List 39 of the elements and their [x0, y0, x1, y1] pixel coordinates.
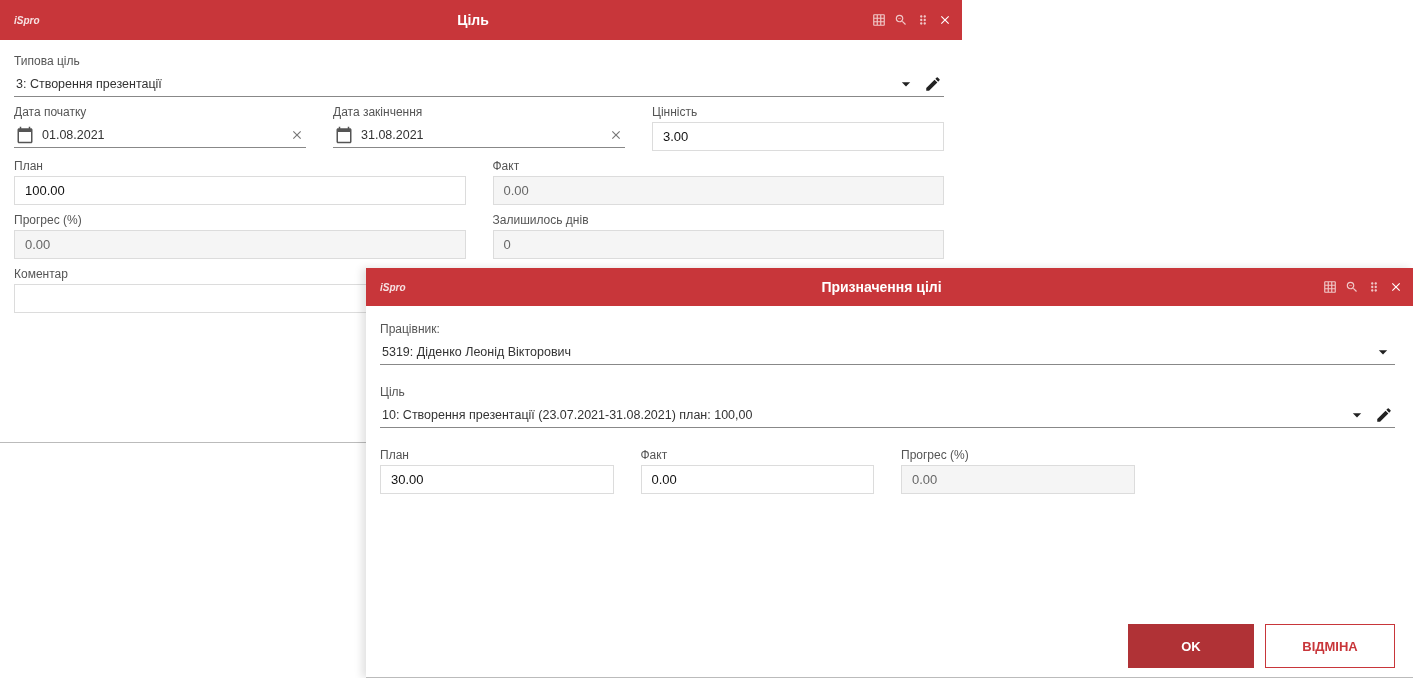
- grid-icon[interactable]: [872, 13, 886, 27]
- date-field[interactable]: 31.08.2021: [333, 122, 625, 148]
- close-icon[interactable]: [938, 13, 952, 27]
- input-field[interactable]: 30.00: [380, 465, 614, 494]
- field-label: План: [380, 448, 409, 463]
- select-field[interactable]: 10: Створення презентації (23.07.2021-31.08.2021) план: 100,00: [380, 402, 1395, 428]
- field-label: Залишилось днів: [492, 213, 589, 228]
- logo: iSpro: [380, 281, 407, 293]
- field-label: План: [14, 159, 43, 174]
- window-title: Ціль: [456, 12, 490, 28]
- input-field[interactable]: 3.00: [652, 122, 944, 151]
- select-field[interactable]: 5319: Діденко Леонід Вікторович: [380, 339, 1395, 365]
- ok-button[interactable]: OK: [1128, 624, 1254, 668]
- pencil-icon[interactable]: [1375, 405, 1393, 424]
- field-label: Факт: [492, 159, 520, 174]
- zoom-out-icon[interactable]: [1345, 280, 1359, 294]
- field-label: Працівник:: [380, 322, 440, 337]
- input-field[interactable]: 100.00: [14, 176, 466, 205]
- window-title: Призначення цілі: [820, 279, 943, 295]
- field-label: Дата закінчення: [333, 105, 423, 120]
- close-icon[interactable]: [1389, 280, 1403, 294]
- field-label: Факт: [640, 448, 668, 463]
- date-field[interactable]: 01.08.2021: [14, 122, 306, 148]
- grid-icon[interactable]: [1323, 280, 1337, 294]
- calendar-icon[interactable]: [335, 125, 353, 144]
- field-label: Цінність: [652, 105, 698, 120]
- field-label: Ціль: [380, 385, 405, 400]
- field-label: Коментар: [14, 267, 68, 282]
- select-field[interactable]: 3: Створення презентації: [14, 71, 944, 97]
- field-label: Прогрес (%): [14, 213, 82, 228]
- cancel-button[interactable]: ВІДМІНА: [1265, 624, 1395, 668]
- field-label: Типова ціль: [14, 54, 80, 69]
- field-label: Прогрес (%): [901, 448, 969, 463]
- logo: iSpro: [14, 14, 41, 26]
- pencil-icon[interactable]: [924, 74, 942, 93]
- calendar-icon[interactable]: [16, 125, 34, 144]
- input-field[interactable]: 0.00: [640, 465, 874, 494]
- field-label: Дата початку: [14, 105, 87, 120]
- zoom-out-icon[interactable]: [894, 13, 908, 27]
